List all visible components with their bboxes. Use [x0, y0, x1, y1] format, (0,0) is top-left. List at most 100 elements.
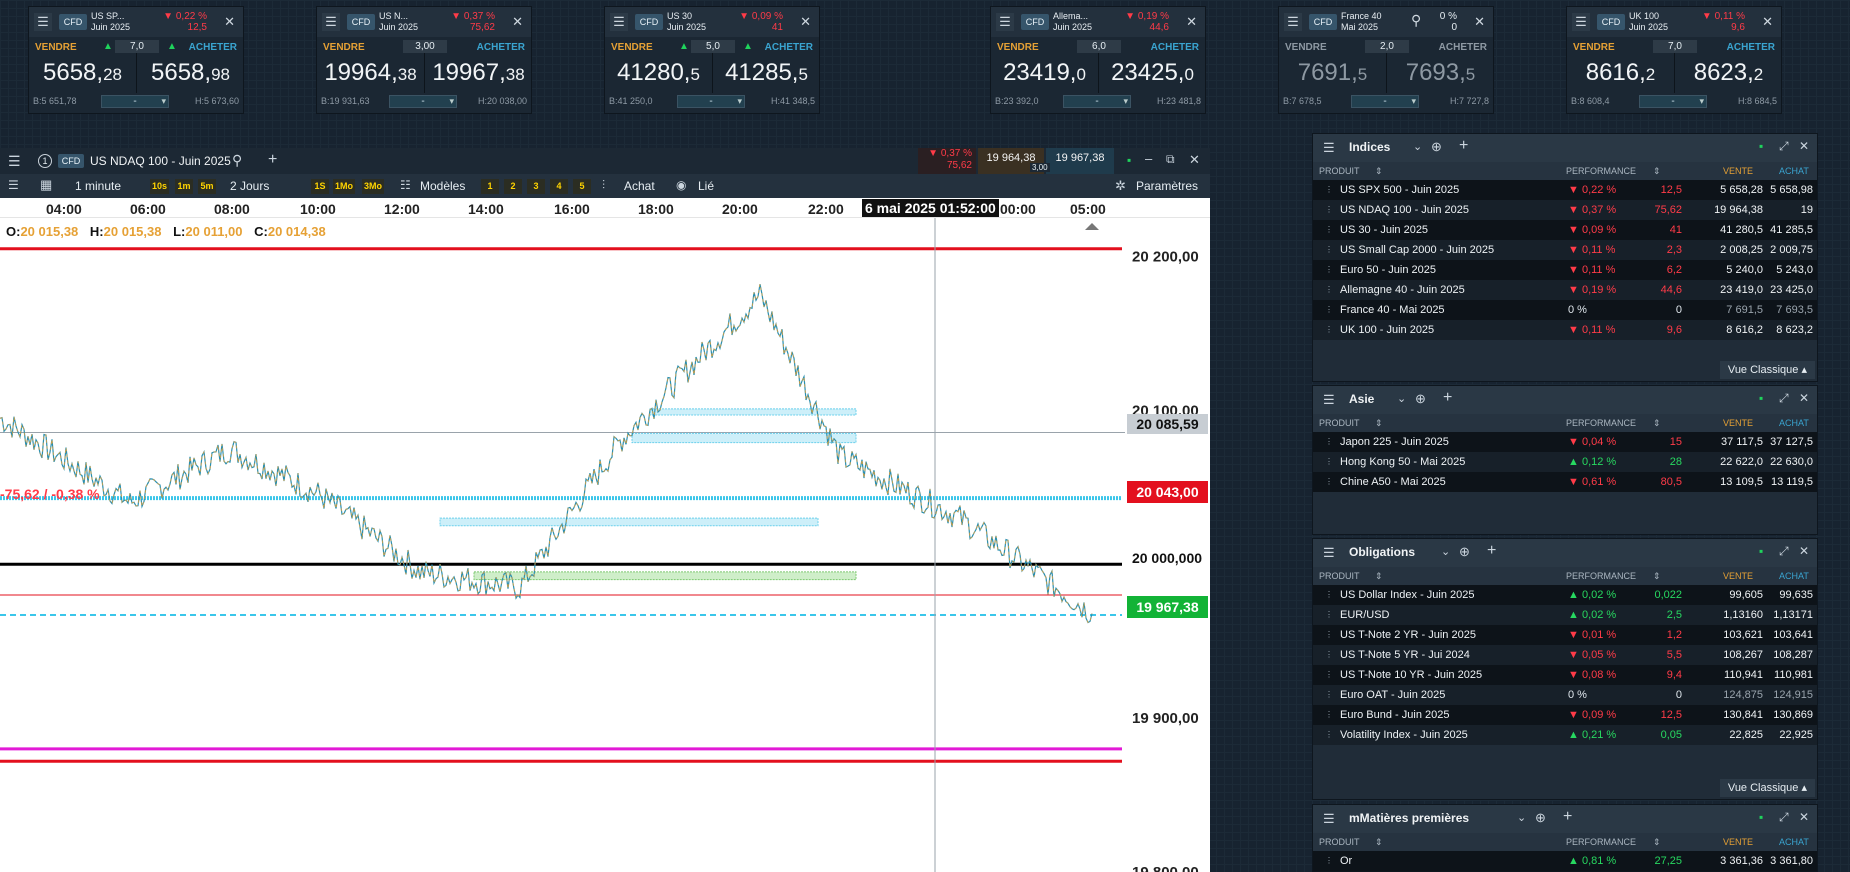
close-icon[interactable]: ✕: [512, 14, 523, 30]
hamburger-icon[interactable]: ☰: [8, 153, 21, 170]
drag-handle-icon[interactable]: ⋮: [1325, 300, 1333, 320]
buy-price[interactable]: 41 285,5: [1765, 220, 1813, 240]
instrument-row[interactable]: ⋮ US SPX 500 - Juin 2025 ▼ 0,22 % 12,5 5…: [1313, 180, 1817, 200]
instrument-row[interactable]: ⋮ Volatility Index - Juin 2025 ▲ 0,21 % …: [1313, 725, 1817, 745]
zoom-icon[interactable]: ⊕: [1459, 544, 1470, 560]
sell-button[interactable]: 41280,5: [605, 55, 712, 91]
preset-4[interactable]: 4: [550, 179, 568, 194]
classic-view-button[interactable]: Vue Classique ▴: [1719, 779, 1815, 797]
minimize-icon[interactable]: –: [1145, 151, 1152, 166]
col-sell[interactable]: VENTE: [1723, 418, 1753, 428]
add-icon[interactable]: +: [1443, 389, 1452, 407]
instrument-row[interactable]: ⋮ UK 100 - Juin 2025 ▼ 0,11 % 9,6 8 616,…: [1313, 320, 1817, 340]
sell-price[interactable]: 110,941: [1687, 665, 1763, 685]
buy-price[interactable]: 130,869: [1765, 705, 1813, 725]
drag-handle-icon[interactable]: ⋮: [1325, 240, 1333, 260]
sell-button[interactable]: 8616,2: [1567, 55, 1674, 91]
drag-handle-icon[interactable]: ⋮: [1325, 280, 1333, 300]
chevron-down-icon[interactable]: ⌄: [1441, 545, 1450, 558]
chevron-down-icon[interactable]: ⌄: [1517, 811, 1526, 824]
buy-button[interactable]: 19967,38: [425, 55, 532, 91]
buy-button[interactable]: 8623,2: [1675, 55, 1782, 91]
instrument-row[interactable]: ⋮ Euro 50 - Juin 2025 ▼ 0,11 % 6,2 5 240…: [1313, 260, 1817, 280]
drag-handle-icon[interactable]: ⋮: [1325, 725, 1333, 745]
close-icon[interactable]: ✕: [800, 14, 811, 30]
buy-price[interactable]: 124,915: [1765, 685, 1813, 705]
col-product[interactable]: PRODUIT: [1319, 418, 1360, 428]
popout-icon[interactable]: ⤢: [1779, 544, 1789, 559]
hamburger-icon[interactable]: ☰: [1323, 811, 1335, 827]
hamburger-icon[interactable]: ☰: [1323, 545, 1335, 561]
instrument-row[interactable]: ⋮ US T-Note 5 YR - Jui 2024 ▼ 0,05 % 5,5…: [1313, 645, 1817, 665]
preset-1[interactable]: 1: [481, 179, 499, 194]
sell-price[interactable]: 23 419,0: [1687, 280, 1763, 300]
close-icon[interactable]: ✕: [1799, 139, 1809, 153]
buy-price[interactable]: 5 658,98: [1765, 180, 1813, 200]
instrument-row[interactable]: ⋮ US Small Cap 2000 - Juin 2025 ▼ 0,11 %…: [1313, 240, 1817, 260]
close-icon[interactable]: ✕: [1799, 391, 1809, 405]
chart-buy-button[interactable]: 19 967,38: [1046, 148, 1114, 174]
instrument-row[interactable]: ⋮ US Dollar Index - Juin 2025 ▲ 0,02 % 0…: [1313, 585, 1817, 605]
detach-icon[interactable]: ▪: [1127, 153, 1131, 167]
sell-price[interactable]: 103,621: [1687, 625, 1763, 645]
buy-button[interactable]: 5658,98: [137, 55, 244, 91]
drag-handle-icon[interactable]: ⋮: [1325, 180, 1333, 200]
range-1s[interactable]: 1S: [311, 179, 329, 194]
instrument-row[interactable]: ⋮ Hong Kong 50 - Mai 2025 ▲ 0,12 % 28 22…: [1313, 452, 1817, 472]
hamburger-icon[interactable]: ☰: [322, 13, 340, 31]
col-performance[interactable]: PERFORMANCE: [1566, 418, 1636, 428]
col-sell[interactable]: VENTE: [1723, 166, 1753, 176]
buy-price[interactable]: 110,981: [1765, 665, 1813, 685]
buy-price[interactable]: 23 425,0: [1765, 280, 1813, 300]
quantity-select[interactable]: -: [101, 95, 169, 108]
instrument-row[interactable]: ⋮ Or ▲ 0,81 % 27,25 3 361,36 3 361,80: [1313, 851, 1817, 871]
preset-5[interactable]: 5: [573, 179, 591, 194]
range-select[interactable]: 2 Jours: [230, 178, 269, 194]
col-performance[interactable]: PERFORMANCE: [1566, 837, 1636, 847]
sell-button[interactable]: 23419,0: [991, 55, 1098, 91]
hamburger-icon[interactable]: ☰: [1323, 392, 1335, 408]
layout-icon[interactable]: ▦: [40, 177, 52, 193]
sell-price[interactable]: 22 622,0: [1687, 452, 1763, 472]
sell-price[interactable]: 108,267: [1687, 645, 1763, 665]
col-product[interactable]: PRODUIT: [1319, 837, 1360, 847]
detach-icon[interactable]: ▪: [1759, 139, 1763, 153]
sell-price[interactable]: 2 008,25: [1687, 240, 1763, 260]
drag-handle-icon[interactable]: ⋮: [1325, 472, 1333, 492]
close-icon[interactable]: ✕: [1474, 14, 1485, 30]
interval-select[interactable]: 1 minute: [75, 178, 121, 194]
range-3mo[interactable]: 3Mo: [362, 179, 384, 194]
close-icon[interactable]: ✕: [1799, 810, 1809, 824]
quantity-select[interactable]: -: [1639, 95, 1707, 108]
drag-handle-icon[interactable]: ⋮: [1325, 625, 1333, 645]
interval-5m[interactable]: 5m: [198, 179, 216, 194]
zoom-icon[interactable]: ⊕: [1431, 139, 1442, 155]
preset-3[interactable]: 3: [527, 179, 545, 194]
drag-handle-icon[interactable]: ⋮: [1325, 665, 1333, 685]
interval-1m[interactable]: 1m: [175, 179, 193, 194]
sell-price[interactable]: 124,875: [1687, 685, 1763, 705]
detach-icon[interactable]: ▪: [1759, 544, 1763, 558]
instrument-row[interactable]: ⋮ Euro Bund - Juin 2025 ▼ 0,09 % 12,5 13…: [1313, 705, 1817, 725]
drag-handle-icon[interactable]: ⋮: [1325, 585, 1333, 605]
close-icon[interactable]: ✕: [1189, 152, 1200, 168]
instrument-row[interactable]: ⋮ US T-Note 2 YR - Juin 2025 ▼ 0,01 % 1,…: [1313, 625, 1817, 645]
col-performance[interactable]: PERFORMANCE: [1566, 166, 1636, 176]
detach-icon[interactable]: ▪: [1759, 810, 1763, 824]
close-icon[interactable]: ✕: [1799, 544, 1809, 558]
instrument-row[interactable]: ⋮ Japon 225 - Juin 2025 ▼ 0,04 % 15 37 1…: [1313, 432, 1817, 452]
buy-price[interactable]: 1,13171: [1765, 605, 1813, 625]
chevron-down-icon[interactable]: ⌄: [1397, 392, 1406, 405]
buy-price[interactable]: 22,925: [1765, 725, 1813, 745]
search-icon[interactable]: ⚲: [1411, 12, 1421, 29]
quantity-select[interactable]: -: [1351, 95, 1419, 108]
hamburger-icon[interactable]: ☰: [610, 13, 628, 31]
buy-price[interactable]: 103,641: [1765, 625, 1813, 645]
buy-price[interactable]: 5 243,0: [1765, 260, 1813, 280]
instrument-row[interactable]: ⋮ Allemagne 40 - Juin 2025 ▼ 0,19 % 44,6…: [1313, 280, 1817, 300]
buy-price[interactable]: 3 361,80: [1765, 851, 1813, 871]
sell-price[interactable]: 130,841: [1687, 705, 1763, 725]
sell-price[interactable]: 5 240,0: [1687, 260, 1763, 280]
col-product[interactable]: PRODUIT: [1319, 166, 1360, 176]
instrument-row[interactable]: ⋮ US T-Note 10 YR - Juin 2025 ▼ 0,08 % 9…: [1313, 665, 1817, 685]
